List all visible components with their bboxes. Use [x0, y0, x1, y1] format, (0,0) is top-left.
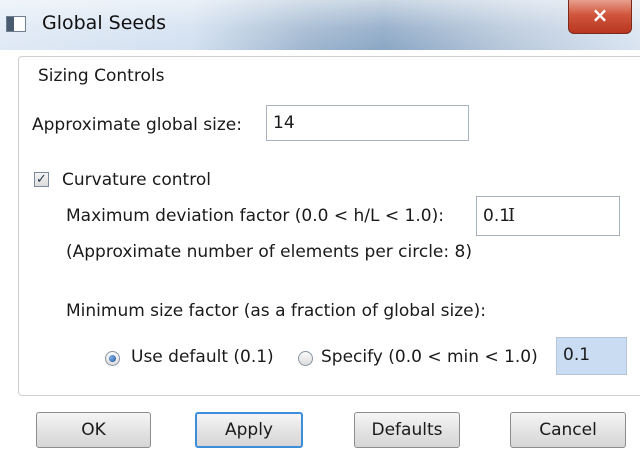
cancel-button[interactable]: Cancel	[510, 412, 626, 448]
global-size-value: 14	[273, 113, 295, 133]
sizing-controls-label: Sizing Controls	[38, 66, 165, 86]
max-deviation-label: Maximum deviation factor (0.0 < h/L < 1.…	[66, 206, 444, 226]
max-deviation-value: 0.1	[483, 206, 511, 226]
radio-selected-dot	[109, 355, 116, 362]
global-size-input[interactable]: 14	[266, 105, 469, 141]
ok-button[interactable]: OK	[36, 412, 151, 448]
max-deviation-input[interactable]: 0.1I	[476, 196, 620, 236]
title-bar[interactable]: Global Seeds ×	[0, 0, 640, 50]
defaults-button[interactable]: Defaults	[354, 412, 460, 448]
close-button[interactable]: ×	[568, 0, 632, 34]
window-title: Global Seeds	[42, 12, 167, 34]
apply-button[interactable]: Apply	[195, 412, 303, 448]
specify-label: Specify (0.0 < min < 1.0)	[321, 347, 538, 367]
specify-min-size-input[interactable]: 0.1	[556, 337, 627, 375]
text-cursor-icon: I	[508, 205, 516, 226]
specify-radio[interactable]	[298, 351, 313, 366]
min-size-factor-label: Minimum size factor (as a fraction of gl…	[66, 301, 486, 321]
use-default-label: Use default (0.1)	[131, 347, 274, 367]
checkbox-check-icon: ✓	[36, 172, 47, 187]
curvature-control-label: Curvature control	[62, 170, 211, 190]
curvature-control-checkbox[interactable]: ✓	[34, 172, 49, 187]
app-icon	[6, 16, 26, 32]
specify-min-size-value: 0.1	[563, 345, 591, 365]
elements-per-circle-note: (Approximate number of elements per circ…	[66, 242, 472, 262]
global-size-label: Approximate global size:	[32, 115, 242, 135]
use-default-radio[interactable]	[105, 351, 120, 366]
close-icon: ×	[591, 3, 609, 27]
